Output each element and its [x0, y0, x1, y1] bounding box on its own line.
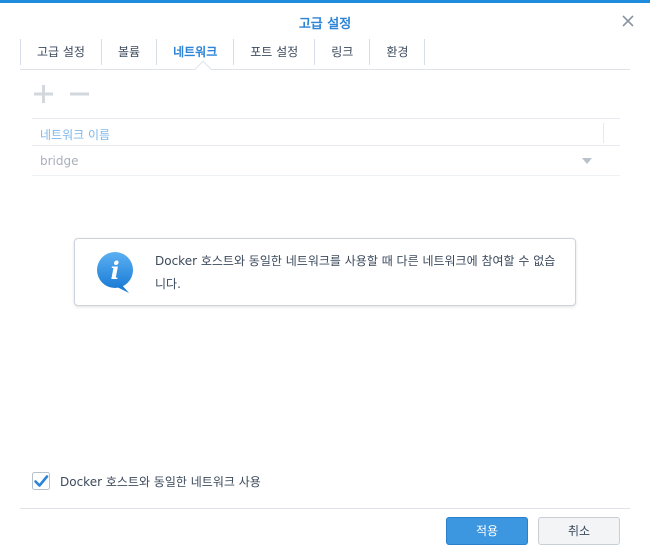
- tab-divider: [20, 69, 630, 70]
- table-row[interactable]: bridge: [32, 146, 620, 176]
- use-host-network-option[interactable]: Docker 호스트와 동일한 네트워크 사용: [32, 471, 261, 491]
- cancel-button[interactable]: 취소: [538, 517, 620, 545]
- network-name-cell: bridge: [40, 154, 79, 168]
- tab-bar: 고급 설정 볼륨 네트워크 포트 설정 링크 환경: [20, 39, 426, 67]
- tab-port-settings[interactable]: 포트 설정: [234, 39, 316, 65]
- network-toolbar: [32, 83, 90, 107]
- close-button[interactable]: [620, 13, 636, 29]
- info-icon: i: [97, 252, 133, 293]
- tab-network[interactable]: 네트워크: [157, 39, 235, 65]
- add-network-button[interactable]: [32, 83, 54, 105]
- close-icon: [622, 15, 634, 27]
- tab-volume[interactable]: 볼륨: [102, 39, 158, 65]
- column-header-network-name[interactable]: 네트워크 이름: [40, 126, 110, 143]
- plus-icon: [34, 85, 53, 103]
- apply-button[interactable]: 적용: [446, 517, 528, 545]
- grid-header: 네트워크 이름: [32, 118, 620, 146]
- info-message-text: Docker 호스트와 동일한 네트워크를 사용할 때 다른 네트워크에 참여할…: [155, 254, 556, 291]
- network-grid: 네트워크 이름 bridge: [32, 118, 620, 176]
- dialog-title: 고급 설정: [298, 17, 352, 32]
- title-bar: 고급 설정: [0, 6, 650, 36]
- use-host-network-label: Docker 호스트와 동일한 네트워크 사용: [60, 474, 261, 489]
- tab-environment[interactable]: 환경: [370, 39, 426, 65]
- advanced-settings-dialog: 고급 설정 고급 설정 볼륨 네트워크 포트 설정 링크 환경 네트워크 이름 …: [0, 0, 650, 550]
- info-message-box: i Docker 호스트와 동일한 네트워크를 사용할 때 다른 네트워크에 참…: [74, 238, 576, 306]
- footer-divider: [20, 508, 630, 509]
- column-separator: [603, 123, 604, 143]
- minus-icon: [70, 92, 89, 96]
- tab-links[interactable]: 링크: [315, 39, 371, 65]
- dropdown-arrow-icon[interactable]: [582, 158, 592, 164]
- tab-advanced-settings[interactable]: 고급 설정: [20, 39, 102, 65]
- svg-text:i: i: [110, 256, 119, 285]
- use-host-network-checkbox[interactable]: [32, 472, 50, 490]
- remove-network-button[interactable]: [68, 83, 90, 105]
